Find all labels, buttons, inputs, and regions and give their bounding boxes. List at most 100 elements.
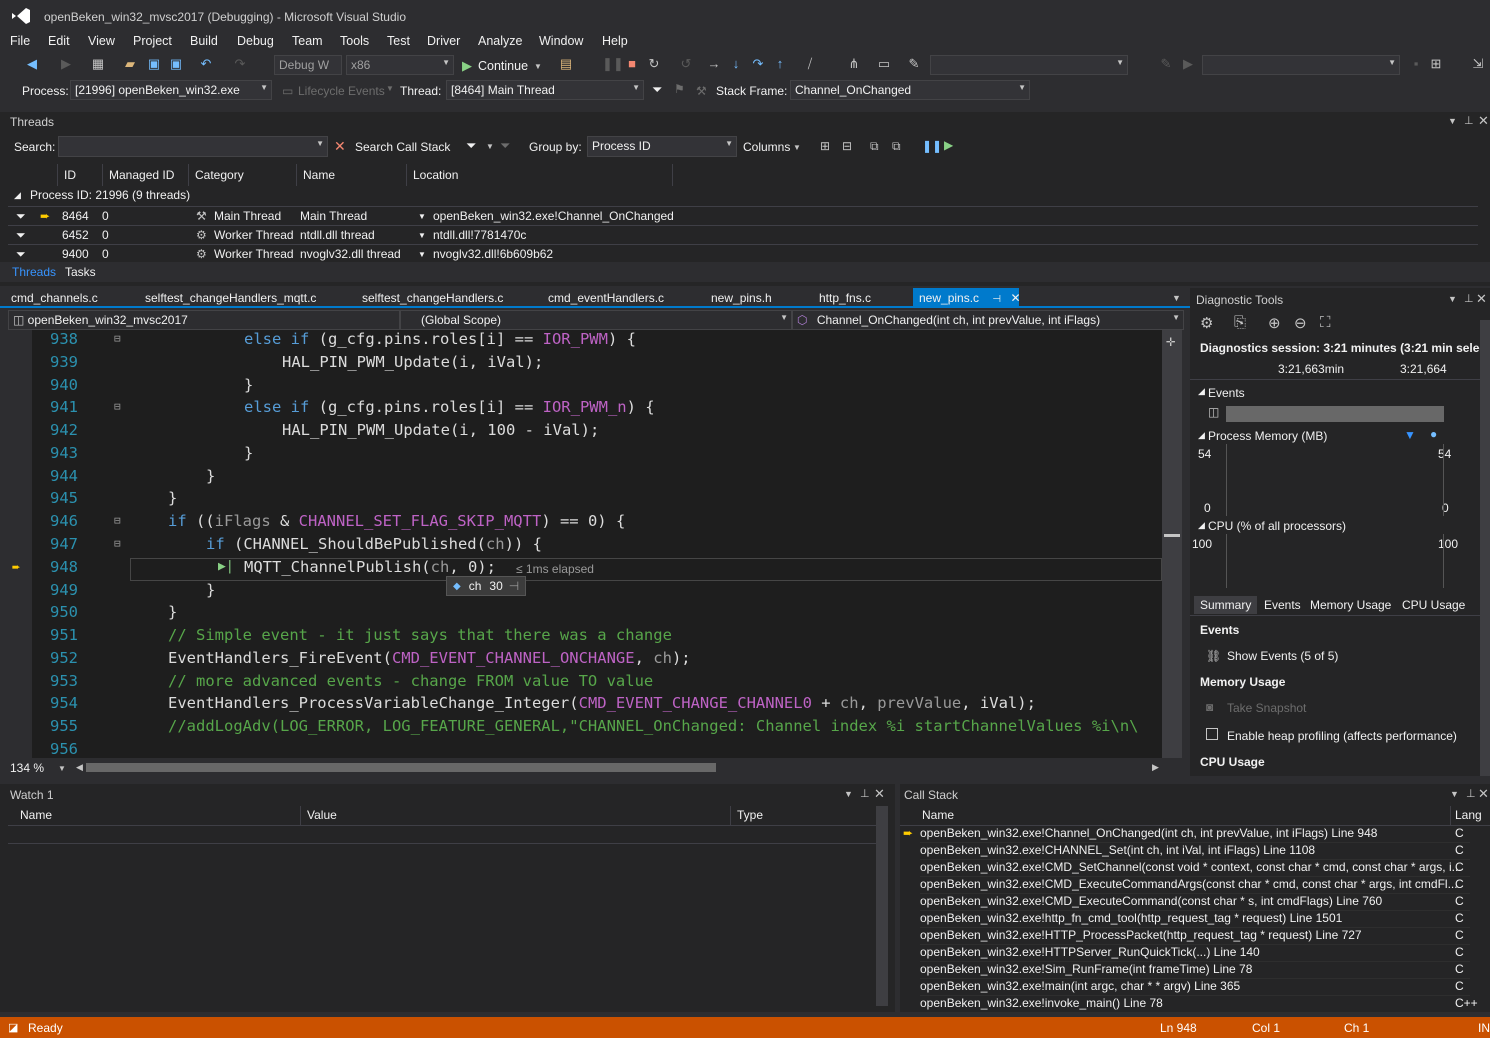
tab-tasks[interactable]: Tasks xyxy=(65,265,96,279)
tab-cmd-channels[interactable]: cmd_channels.c xyxy=(11,291,98,305)
events-track[interactable] xyxy=(1226,406,1444,422)
run-to-click-icon[interactable]: ▶| xyxy=(218,559,234,574)
lifecycle-events-button[interactable]: Lifecycle Events xyxy=(298,84,385,98)
save-icon[interactable]: ▣ xyxy=(146,54,162,74)
horizontal-scrollbar-thumb[interactable] xyxy=(86,763,716,772)
collapse-icon[interactable]: ◢ xyxy=(1198,520,1205,531)
new-project-icon[interactable]: ▦ xyxy=(90,54,106,74)
play-small-icon[interactable]: ▶ xyxy=(1180,54,1196,74)
search-call-stack-button[interactable]: Search Call Stack xyxy=(355,140,450,154)
pen-icon[interactable]: ✎ xyxy=(1158,54,1174,74)
call-stack-frame[interactable]: openBeken_win32.exe!Sim_RunFrame(int fra… xyxy=(920,962,1470,979)
timeline-ruler[interactable]: 3:21,663min 3:21,664 xyxy=(1190,358,1480,380)
restart-icon[interactable]: ↻ xyxy=(646,54,662,74)
flag-icon[interactable]: ⏷ xyxy=(16,209,26,224)
call-stack-frame[interactable]: openBeken_win32.exe!HTTP_ProcessPacket(h… xyxy=(920,928,1470,945)
chevron-down-icon[interactable]: ▼ xyxy=(418,231,426,240)
break-all-icon[interactable]: ❚❚ xyxy=(602,54,624,74)
tab-cpu-usage[interactable]: CPU Usage xyxy=(1402,598,1465,612)
tab-new-pins-c[interactable]: new_pins.c ⊣ ✕ xyxy=(913,288,1021,308)
solution-platform-dropdown[interactable]: x86 ▼ xyxy=(346,55,454,75)
pin-icon[interactable]: ⊥ xyxy=(1466,787,1476,800)
tab-http-fns[interactable]: http_fns.c xyxy=(819,291,871,305)
watch-scrollbar[interactable] xyxy=(876,806,888,1006)
column-type[interactable]: Type xyxy=(730,806,769,826)
call-stack-frame[interactable]: openBeken_win32.exe!CHANNEL_Set(int ch, … xyxy=(920,843,1470,860)
column-managed-id[interactable]: Managed ID xyxy=(103,164,189,186)
panel-menu-icon[interactable]: ▼ xyxy=(844,789,853,799)
square-icon[interactable]: ▪ xyxy=(1408,54,1424,74)
collapse-icon[interactable]: ⊟ xyxy=(114,400,121,413)
panel-menu-icon[interactable]: ▼ xyxy=(1448,294,1457,304)
show-next-statement-icon[interactable]: → xyxy=(706,54,722,74)
back-icon[interactable]: ◀ xyxy=(24,54,40,74)
cpu-graph[interactable] xyxy=(1226,534,1444,588)
pin-icon[interactable]: ⊥ xyxy=(860,787,870,800)
call-stack-frame[interactable]: openBeken_win32.exe!main(int argc, char … xyxy=(920,979,1470,996)
diagram-icon[interactable]: ⊞ xyxy=(1428,54,1444,74)
target-dropdown[interactable]: ▼ xyxy=(1202,55,1400,75)
menu-team[interactable]: Team xyxy=(292,34,323,48)
thread-row[interactable]: ⏷ 9400 0 ⚙ Worker Thread nvoglv32.dll th… xyxy=(8,244,1478,263)
collapse-groups-icon[interactable]: ⊟ xyxy=(842,139,852,153)
zoom-in-icon[interactable]: ⊕ xyxy=(1268,314,1281,332)
scroll-right-icon[interactable]: ▶ xyxy=(1152,762,1159,773)
threads-search-input[interactable]: ▼ xyxy=(58,136,328,157)
collapse-callstacks-icon[interactable]: ⧉ xyxy=(892,139,901,154)
column-category[interactable]: Category xyxy=(189,164,297,186)
heap-profiling-checkbox[interactable] xyxy=(1206,728,1218,740)
tab-cmd-eventhandlers[interactable]: cmd_eventHandlers.c xyxy=(548,291,664,305)
save-all-icon[interactable]: ▣ xyxy=(168,54,184,74)
memory-graph[interactable] xyxy=(1226,444,1444,516)
filter-icon[interactable]: ⏷ xyxy=(466,138,476,154)
open-file-icon[interactable]: ▰ xyxy=(122,54,138,74)
comment-icon[interactable]: ▭ xyxy=(876,54,892,74)
close-icon[interactable]: ✕ xyxy=(874,786,885,802)
show-events-link[interactable]: Show Events (5 of 5) xyxy=(1227,649,1338,663)
redo-icon[interactable]: ↷ xyxy=(232,54,248,74)
pin-icon[interactable]: ⊥ xyxy=(1464,114,1474,127)
find-dropdown[interactable]: ▼ xyxy=(930,55,1128,75)
column-id[interactable]: ID xyxy=(58,164,103,186)
tab-threads[interactable]: Threads xyxy=(12,265,56,279)
thread-dropdown[interactable]: [8464] Main Thread ▼ xyxy=(446,80,644,100)
select-tools-icon[interactable]: ⎘ xyxy=(1234,314,1246,331)
column-location[interactable]: Location xyxy=(407,164,673,186)
filter-disabled-icon[interactable]: ⏷ xyxy=(500,138,510,154)
process-dropdown[interactable]: [21996] openBeken_win32.exe ▼ xyxy=(70,80,272,100)
freeze-threads-icon[interactable]: ❚❚ xyxy=(922,139,942,153)
threads-icon[interactable]: ⋔ xyxy=(846,54,862,74)
tab-selftest-changehandlers[interactable]: selftest_changeHandlers.c xyxy=(362,291,503,305)
undo-icon[interactable]: ↶ xyxy=(198,54,214,74)
collapse-icon[interactable]: ⊟ xyxy=(114,514,121,527)
project-dropdown[interactable]: ◫ openBeken_win32_mvsc2017 xyxy=(8,310,400,330)
zoom-out-icon[interactable]: ⊖ xyxy=(1294,314,1307,332)
step-out-icon[interactable]: ↑ xyxy=(772,54,788,74)
tab-memory-usage[interactable]: Memory Usage xyxy=(1310,598,1391,612)
group-by-dropdown[interactable]: Process ID ▼ xyxy=(587,136,737,157)
member-dropdown[interactable]: ⬡ Channel_OnChanged(int ch, int prevValu… xyxy=(792,310,1184,330)
thread-row[interactable]: ⏷ ➨ 8464 0 ⚒ Main Thread Main Thread ▼ o… xyxy=(8,206,1478,225)
panel-menu-icon[interactable]: ▼ xyxy=(1450,789,1459,799)
menu-help[interactable]: Help xyxy=(602,34,628,48)
column-language[interactable]: Lang xyxy=(1450,806,1486,826)
menu-edit[interactable]: Edit xyxy=(48,34,70,48)
hex-display-icon[interactable]: ⧸ xyxy=(802,54,818,74)
column-name[interactable]: Name xyxy=(922,808,954,822)
collapse-icon[interactable]: ◢ xyxy=(14,190,21,201)
flag-icon[interactable]: ⏷ xyxy=(16,247,26,262)
scroll-left-icon[interactable]: ◀ xyxy=(76,762,83,773)
lifecycle-icon[interactable]: ▭ xyxy=(282,84,293,98)
chevron-down-icon[interactable]: ▼ xyxy=(418,250,426,259)
columns-button[interactable]: Columns xyxy=(743,140,790,154)
menu-analyze[interactable]: Analyze xyxy=(478,34,522,48)
thaw-threads-icon[interactable]: ▶ xyxy=(944,138,953,152)
tab-new-pins-h[interactable]: new_pins.h xyxy=(711,291,772,305)
menu-test[interactable]: Test xyxy=(387,34,410,48)
process-icon[interactable]: ▤ xyxy=(558,54,574,74)
chevron-down-icon[interactable]: ▼ xyxy=(418,212,426,221)
take-snapshot-button[interactable]: Take Snapshot xyxy=(1227,701,1306,715)
settings-icon[interactable]: ⚙ xyxy=(1200,314,1213,332)
toolbar-overflow-icon[interactable]: ⇲ xyxy=(1470,54,1486,74)
call-stack-frame[interactable]: openBeken_win32.exe!CMD_ExecuteCommandAr… xyxy=(920,877,1470,894)
